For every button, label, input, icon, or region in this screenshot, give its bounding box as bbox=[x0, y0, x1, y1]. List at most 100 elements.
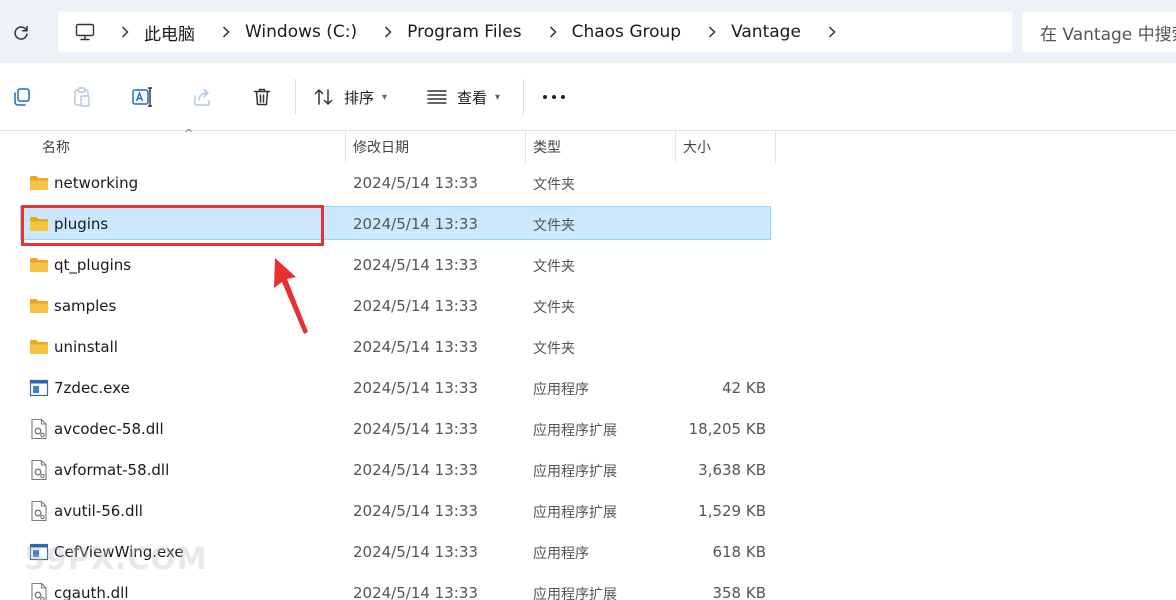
file-name: 7zdec.exe bbox=[54, 379, 130, 397]
file-row[interactable]: uninstall 2024/5/14 13:33 文件夹 bbox=[0, 328, 1176, 369]
address-box[interactable]: 此电脑 Windows (C:) Program Files Chaos Gro… bbox=[58, 12, 1012, 52]
file-size: 18,205 KB bbox=[688, 420, 766, 438]
file-row[interactable]: networking 2024/5/14 13:33 文件夹 bbox=[0, 164, 1176, 205]
more-options-icon[interactable] bbox=[540, 83, 568, 111]
chevron-right-icon[interactable] bbox=[538, 17, 568, 47]
view-icon bbox=[425, 85, 449, 109]
file-size: 42 KB bbox=[722, 379, 766, 397]
dll-icon bbox=[28, 582, 50, 600]
file-name: plugins bbox=[54, 215, 109, 233]
column-header-date[interactable]: 修改日期 bbox=[345, 131, 525, 163]
file-date: 2024/5/14 13:33 bbox=[353, 584, 478, 600]
file-type: 应用程序扩展 bbox=[533, 505, 617, 521]
chevron-right-icon[interactable] bbox=[697, 17, 727, 47]
search-input[interactable]: 在 Vantage 中搜索 bbox=[1022, 12, 1176, 52]
file-name: samples bbox=[54, 297, 117, 315]
exe-icon bbox=[28, 541, 50, 563]
breadcrumb-program-files[interactable]: Program Files bbox=[407, 22, 521, 42]
file-date: 2024/5/14 13:33 bbox=[353, 543, 478, 561]
chevron-right-icon[interactable] bbox=[817, 17, 847, 47]
file-type: 应用程序 bbox=[533, 382, 589, 398]
file-name: avformat-58.dll bbox=[54, 461, 170, 479]
file-name: CefViewWing.exe bbox=[54, 543, 184, 561]
delete-icon[interactable] bbox=[248, 83, 276, 111]
file-date: 2024/5/14 13:33 bbox=[353, 174, 478, 192]
folder-icon bbox=[28, 254, 50, 276]
file-type: 文件夹 bbox=[533, 300, 575, 316]
file-name: avutil-56.dll bbox=[54, 502, 143, 520]
paste-icon[interactable] bbox=[68, 83, 96, 111]
chevron-down-icon: ▾ bbox=[495, 91, 501, 103]
file-name: networking bbox=[54, 174, 139, 192]
file-date: 2024/5/14 13:33 bbox=[353, 256, 478, 274]
chevron-down-icon: ▾ bbox=[382, 91, 388, 103]
file-list: networking 2024/5/14 13:33 文件夹 plugins 2… bbox=[0, 164, 1176, 600]
dll-icon bbox=[28, 418, 50, 440]
toolbar-divider bbox=[295, 79, 296, 115]
breadcrumb-vantage[interactable]: Vantage bbox=[731, 22, 801, 42]
file-type: 应用程序扩展 bbox=[533, 464, 617, 480]
file-size: 618 KB bbox=[712, 543, 766, 561]
folder-icon bbox=[28, 336, 50, 358]
view-menu-button[interactable]: 查看 ▾ bbox=[425, 83, 500, 111]
dll-icon bbox=[28, 500, 50, 522]
file-row[interactable]: avcodec-58.dll 2024/5/14 13:33 应用程序扩展 18… bbox=[0, 410, 1176, 451]
file-row[interactable]: samples 2024/5/14 13:33 文件夹 bbox=[0, 287, 1176, 328]
file-row[interactable]: plugins 2024/5/14 13:33 文件夹 bbox=[0, 205, 1176, 246]
file-row[interactable]: qt_plugins 2024/5/14 13:33 文件夹 bbox=[0, 246, 1176, 287]
file-row[interactable]: cgauth.dll 2024/5/14 13:33 应用程序扩展 358 KB bbox=[0, 574, 1176, 600]
chevron-right-icon[interactable] bbox=[211, 17, 241, 47]
file-type: 文件夹 bbox=[533, 259, 575, 275]
file-size: 1,529 KB bbox=[698, 502, 766, 520]
computer-icon[interactable] bbox=[74, 21, 96, 43]
exe-icon bbox=[28, 377, 50, 399]
breadcrumb-this-pc[interactable]: 此电脑 bbox=[144, 20, 195, 45]
file-date: 2024/5/14 13:33 bbox=[353, 461, 478, 479]
file-row[interactable]: 7zdec.exe 2024/5/14 13:33 应用程序 42 KB bbox=[0, 369, 1176, 410]
command-bar: 排序 ▾ 查看 ▾ bbox=[0, 63, 1176, 131]
file-date: 2024/5/14 13:33 bbox=[353, 502, 478, 520]
file-type: 文件夹 bbox=[533, 177, 575, 193]
chevron-right-icon[interactable] bbox=[373, 17, 403, 47]
toolbar-divider bbox=[523, 79, 524, 115]
folder-icon bbox=[28, 213, 50, 235]
file-row[interactable]: avformat-58.dll 2024/5/14 13:33 应用程序扩展 3… bbox=[0, 451, 1176, 492]
file-date: 2024/5/14 13:33 bbox=[353, 338, 478, 356]
sort-label: 排序 bbox=[344, 88, 375, 107]
file-type: 文件夹 bbox=[533, 218, 575, 234]
file-size: 358 KB bbox=[712, 584, 766, 600]
file-row[interactable]: avutil-56.dll 2024/5/14 13:33 应用程序扩展 1,5… bbox=[0, 492, 1176, 533]
column-separator[interactable] bbox=[775, 131, 776, 163]
file-name: qt_plugins bbox=[54, 256, 132, 274]
file-type: 文件夹 bbox=[533, 341, 575, 357]
file-row[interactable]: CefViewWing.exe 2024/5/14 13:33 应用程序 618… bbox=[0, 533, 1176, 574]
column-header-name[interactable]: 名称 bbox=[34, 131, 346, 163]
folder-icon bbox=[28, 172, 50, 194]
rename-icon[interactable] bbox=[128, 83, 156, 111]
column-header-type[interactable]: 类型 bbox=[525, 131, 675, 163]
share-icon[interactable] bbox=[188, 83, 216, 111]
file-date: 2024/5/14 13:33 bbox=[353, 420, 478, 438]
sort-icon bbox=[312, 85, 336, 109]
file-date: 2024/5/14 13:33 bbox=[353, 215, 478, 233]
file-name: cgauth.dll bbox=[54, 584, 129, 600]
file-type: 应用程序扩展 bbox=[533, 423, 617, 439]
breadcrumb-windows-c[interactable]: Windows (C:) bbox=[245, 22, 357, 42]
view-label: 查看 bbox=[457, 88, 488, 107]
copy-icon[interactable] bbox=[8, 83, 36, 111]
refresh-icon[interactable] bbox=[8, 20, 34, 46]
dll-icon bbox=[28, 459, 50, 481]
folder-icon bbox=[28, 295, 50, 317]
annotation-arrow-icon bbox=[274, 258, 308, 334]
column-header-size[interactable]: 大小 bbox=[675, 131, 775, 163]
breadcrumb-chaos-group[interactable]: Chaos Group bbox=[572, 22, 681, 42]
file-type: 应用程序扩展 bbox=[533, 587, 617, 600]
file-name: avcodec-58.dll bbox=[54, 420, 164, 438]
file-size: 3,638 KB bbox=[698, 461, 766, 479]
file-name: uninstall bbox=[54, 338, 118, 356]
file-date: 2024/5/14 13:33 bbox=[353, 379, 478, 397]
chevron-right-icon[interactable] bbox=[110, 17, 140, 47]
file-date: 2024/5/14 13:33 bbox=[353, 297, 478, 315]
sort-menu-button[interactable]: 排序 ▾ bbox=[312, 83, 387, 111]
file-type: 应用程序 bbox=[533, 546, 589, 562]
